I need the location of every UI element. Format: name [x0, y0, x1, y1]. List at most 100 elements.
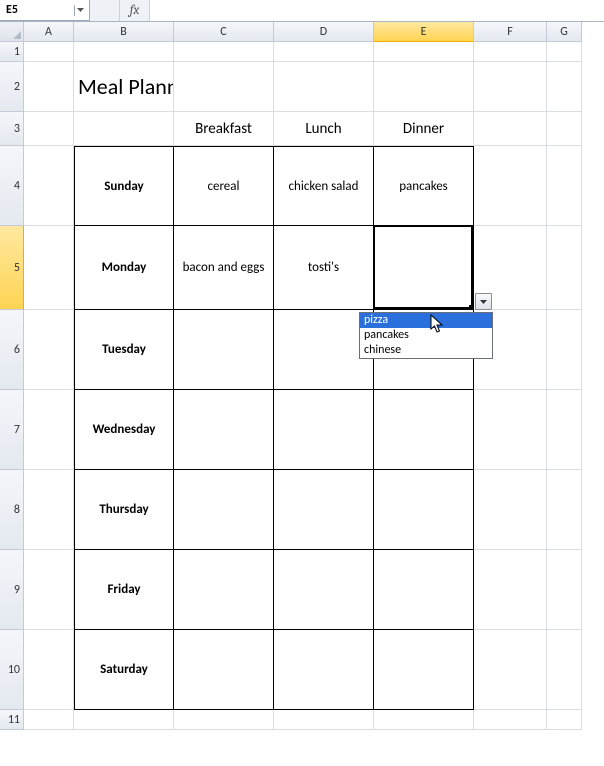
cell-D10[interactable] — [274, 630, 374, 710]
cell-D2[interactable] — [274, 62, 374, 112]
row-header-10[interactable]: 10 — [0, 630, 24, 710]
cell-E1[interactable] — [374, 42, 474, 62]
cell-A1[interactable] — [24, 42, 74, 62]
row-header-4[interactable]: 4 — [0, 146, 24, 226]
cell-F10[interactable] — [474, 630, 547, 710]
cell-E9[interactable] — [374, 550, 474, 630]
cell-A8[interactable] — [24, 470, 74, 550]
cell-E11[interactable] — [374, 710, 474, 730]
cell-C8[interactable] — [174, 470, 274, 550]
cell-G3[interactable] — [547, 112, 582, 146]
worksheet-grid[interactable]: ABCDEFG 12 Meal Planner 3 BreakfastLunchDinn… — [0, 22, 604, 730]
cell-G11[interactable] — [547, 710, 582, 730]
cell-B7[interactable]: Wednesday — [74, 390, 174, 470]
col-header-D[interactable]: D — [274, 22, 374, 42]
cell-E4[interactable]: pancakes — [374, 146, 474, 226]
cell-D11[interactable] — [274, 710, 374, 730]
cell-F8[interactable] — [474, 470, 547, 550]
cell-C9[interactable] — [174, 550, 274, 630]
cell-F11[interactable] — [474, 710, 547, 730]
cell-F4[interactable] — [474, 146, 547, 226]
cell-D8[interactable] — [274, 470, 374, 550]
col-header-G[interactable]: G — [547, 22, 582, 42]
fx-icon[interactable]: fx — [120, 0, 150, 21]
cell-E7[interactable] — [374, 390, 474, 470]
cell-A5[interactable] — [24, 226, 74, 310]
cell-B3[interactable] — [74, 112, 174, 146]
dropdown-option-chinese[interactable]: chinese — [360, 343, 492, 358]
cell-B10[interactable]: Saturday — [74, 630, 174, 710]
cell-B4[interactable]: Sunday — [74, 146, 174, 226]
cell-A11[interactable] — [24, 710, 74, 730]
name-box-dropdown-icon[interactable] — [74, 5, 85, 16]
cell-A10[interactable] — [24, 630, 74, 710]
col-header-F[interactable]: F — [474, 22, 547, 42]
data-validation-list[interactable]: pizzapancakeschinese — [359, 312, 493, 359]
cell-E5[interactable] — [374, 226, 474, 310]
row-header-2[interactable]: 2 — [0, 62, 24, 112]
cell-D3[interactable]: Lunch — [274, 112, 374, 146]
cell-A9[interactable] — [24, 550, 74, 630]
cell-A7[interactable] — [24, 390, 74, 470]
row-header-6[interactable]: 6 — [0, 310, 24, 390]
cell-A4[interactable] — [24, 146, 74, 226]
cell-D1[interactable] — [274, 42, 374, 62]
cell-F9[interactable] — [474, 550, 547, 630]
name-box[interactable]: E5 — [0, 0, 90, 21]
cell-G10[interactable] — [547, 630, 582, 710]
cell-C3[interactable]: Breakfast — [174, 112, 274, 146]
row-header-5[interactable]: 5 — [0, 226, 24, 310]
row-header-7[interactable]: 7 — [0, 390, 24, 470]
cell-D7[interactable] — [274, 390, 374, 470]
cell-C5[interactable]: bacon and eggs — [174, 226, 274, 310]
cell-G7[interactable] — [547, 390, 582, 470]
cell-B9[interactable]: Friday — [74, 550, 174, 630]
select-all-corner[interactable] — [0, 22, 24, 42]
cell-G4[interactable] — [547, 146, 582, 226]
dropdown-option-pancakes[interactable]: pancakes — [360, 328, 492, 343]
cell-F7[interactable] — [474, 390, 547, 470]
cell-E2[interactable] — [374, 62, 474, 112]
cell-G8[interactable] — [547, 470, 582, 550]
data-validation-dropdown-button[interactable] — [475, 293, 492, 310]
cell-C7[interactable] — [174, 390, 274, 470]
cell-D9[interactable] — [274, 550, 374, 630]
cell-E3[interactable]: Dinner — [374, 112, 474, 146]
cell-G9[interactable] — [547, 550, 582, 630]
col-header-C[interactable]: C — [174, 22, 274, 42]
col-header-A[interactable]: A — [24, 22, 74, 42]
row-header-9[interactable]: 9 — [0, 550, 24, 630]
cell-B8[interactable]: Thursday — [74, 470, 174, 550]
cell-E10[interactable] — [374, 630, 474, 710]
row-header-3[interactable]: 3 — [0, 112, 24, 146]
cell-B6[interactable]: Tuesday — [74, 310, 174, 390]
cell-G6[interactable] — [547, 310, 582, 390]
cell-F2[interactable] — [474, 62, 547, 112]
cell-C4[interactable]: cereal — [174, 146, 274, 226]
cell-E8[interactable] — [374, 470, 474, 550]
cell-F1[interactable] — [474, 42, 547, 62]
cell-A6[interactable] — [24, 310, 74, 390]
cell-A2[interactable] — [24, 62, 74, 112]
cell-G1[interactable] — [547, 42, 582, 62]
col-header-E[interactable]: E — [374, 22, 474, 42]
cell-C6[interactable] — [174, 310, 274, 390]
cell-D5[interactable]: tosti's — [274, 226, 374, 310]
cell-G2[interactable] — [547, 62, 582, 112]
cell-B1[interactable] — [74, 42, 174, 62]
cell-D4[interactable]: chicken salad — [274, 146, 374, 226]
cell-A3[interactable] — [24, 112, 74, 146]
cell-G5[interactable] — [547, 226, 582, 310]
col-header-B[interactable]: B — [74, 22, 174, 42]
cell-C2[interactable] — [174, 62, 274, 112]
formula-input[interactable] — [150, 0, 604, 21]
row-header-1[interactable]: 1 — [0, 42, 24, 62]
row-header-8[interactable]: 8 — [0, 470, 24, 550]
cell-B11[interactable] — [74, 710, 174, 730]
cell-C11[interactable] — [174, 710, 274, 730]
cell-F3[interactable] — [474, 112, 547, 146]
cell-B2[interactable]: Meal Planner — [74, 62, 174, 112]
row-header-11[interactable]: 11 — [0, 710, 24, 730]
cell-B5[interactable]: Monday — [74, 226, 174, 310]
cell-C1[interactable] — [174, 42, 274, 62]
